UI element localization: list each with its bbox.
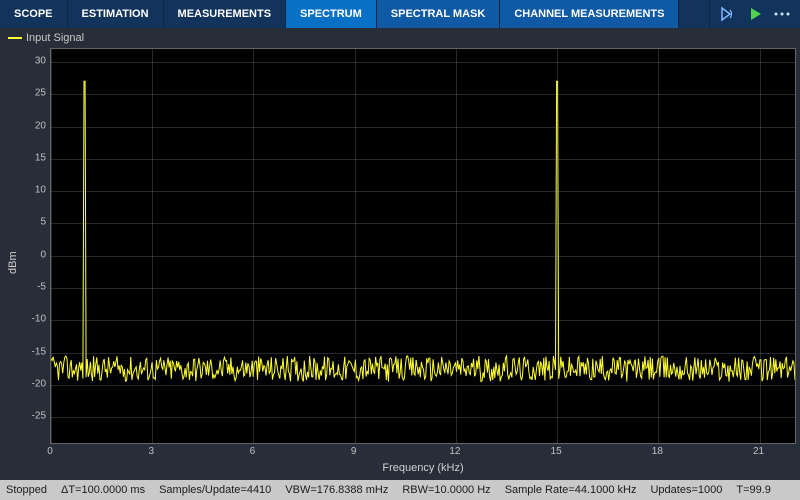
tab-spectrum[interactable]: SPECTRUM [286, 0, 377, 28]
status-bar: Stopped ΔT=100.0000 ms Samples/Update=44… [0, 480, 800, 500]
x-tick: 0 [47, 446, 53, 457]
x-tick: 9 [351, 446, 357, 457]
y-tick: -25 [32, 411, 46, 422]
x-tick: 15 [551, 446, 562, 457]
y-tick: 25 [35, 88, 46, 99]
y-tick: 20 [35, 120, 46, 131]
y-tick: 30 [35, 55, 46, 66]
tab-scope[interactable]: SCOPE [0, 0, 68, 28]
y-tick: -20 [32, 378, 46, 389]
toolbar: SCOPEESTIMATIONMEASUREMENTSSPECTRUMSPECT… [0, 0, 800, 28]
status-samples: Samples/Update=4410 [159, 484, 271, 496]
tab-channel-measurements[interactable]: CHANNEL MEASUREMENTS [500, 0, 679, 28]
y-tick: 0 [40, 249, 46, 260]
legend: Input Signal [0, 28, 800, 48]
y-axis: -25 -20 -15 -10 -5 0 5 10 15 20 25 30 [22, 48, 50, 478]
status-vbw: VBW=176.8388 mHz [285, 484, 388, 496]
x-tick: 6 [250, 446, 256, 457]
y-tick: 10 [35, 185, 46, 196]
tab-measurements[interactable]: MEASUREMENTS [164, 0, 287, 28]
y-tick: 15 [35, 152, 46, 163]
plot-area: dBm -25 -20 -15 -10 -5 0 5 10 15 20 25 30 0 3 6 9 12 15 1… [0, 48, 800, 480]
x-axis: 0 3 6 9 12 15 18 21 [50, 444, 796, 460]
status-updates: Updates=1000 [650, 484, 722, 496]
x-tick: 18 [652, 446, 663, 457]
spectrum-plot[interactable] [50, 48, 796, 444]
status-sample-rate: Sample Rate=44.1000 kHz [505, 484, 637, 496]
y-tick: -15 [32, 346, 46, 357]
status-delta-t: ΔT=100.0000 ms [61, 484, 145, 496]
more-icon[interactable] [774, 11, 790, 17]
y-tick: -5 [37, 281, 46, 292]
y-tick: -10 [32, 314, 46, 325]
toolbar-icons [709, 0, 800, 28]
x-tick: 21 [753, 446, 764, 457]
tab-estimation[interactable]: ESTIMATION [68, 0, 164, 28]
y-tick: 5 [40, 217, 46, 228]
run-icon[interactable] [750, 7, 762, 21]
x-tick: 3 [148, 446, 154, 457]
x-tick: 12 [449, 446, 460, 457]
status-state: Stopped [6, 484, 47, 496]
legend-swatch [8, 37, 22, 39]
legend-label: Input Signal [26, 32, 84, 44]
status-rbw: RBW=10.0000 Hz [402, 484, 490, 496]
tabs-container: SCOPEESTIMATIONMEASUREMENTSSPECTRUMSPECT… [0, 0, 679, 28]
y-axis-label: dBm [4, 48, 22, 478]
status-time: T=99.9 [736, 484, 771, 496]
tab-spectral-mask[interactable]: SPECTRAL MASK [377, 0, 501, 28]
slow-motion-icon[interactable] [720, 6, 738, 22]
x-axis-label: Frequency (kHz) [50, 460, 796, 478]
